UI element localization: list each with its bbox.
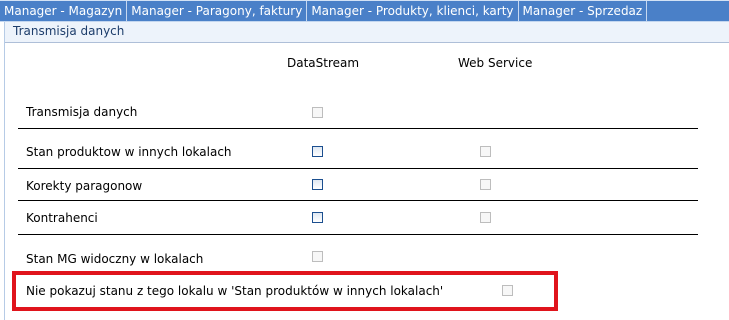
tab-manager-sprzedaz[interactable]: Manager - Sprzedaz <box>519 1 648 21</box>
checkbox-transmisja-danych-datastream[interactable] <box>312 107 323 118</box>
tab-manager-magazyn[interactable]: Manager - Magazyn <box>0 1 128 21</box>
row-label-kontrahenci: Kontrahenci <box>26 211 98 225</box>
tab-manager-paragony-faktury[interactable]: Manager - Paragony, faktury <box>127 1 308 21</box>
column-header-webservice: Web Service <box>458 56 533 70</box>
checkbox-korekty-paragonow-webservice[interactable] <box>480 179 491 190</box>
section-title: Transmisja danych <box>13 24 125 38</box>
checkbox-nie-pokazuj-stanu[interactable] <box>502 285 513 296</box>
row-label-korekty-paragonow: Korekty paragonow <box>26 179 143 193</box>
row-separator <box>18 168 698 169</box>
checkbox-kontrahenci-webservice[interactable] <box>480 212 491 223</box>
section-header: Transmisja danych <box>5 22 729 43</box>
row-separator <box>18 200 698 201</box>
option-label-nie-pokazuj-stanu: Nie pokazuj stanu z tego lokalu w 'Stan … <box>26 284 444 298</box>
checkbox-stan-produktow-datastream[interactable] <box>312 146 323 157</box>
row-separator <box>18 234 698 235</box>
checkbox-korekty-paragonow-datastream[interactable] <box>312 179 323 190</box>
row-label-transmisja-danych: Transmisja danych <box>26 105 138 119</box>
tab-manager-produkty-klienci-karty[interactable]: Manager - Produkty, klienci, karty <box>307 1 519 21</box>
checkbox-stan-produktow-webservice[interactable] <box>480 146 491 157</box>
module-tab-bar: Manager - Magazyn Manager - Paragony, fak… <box>0 0 729 22</box>
row-label-stan-mg-widoczny: Stan MG widoczny w lokalach <box>26 252 204 266</box>
column-header-datastream: DataStream <box>287 56 360 70</box>
row-label-stan-produktow: Stan produktow w innych lokalach <box>26 145 232 159</box>
checkbox-kontrahenci-datastream[interactable] <box>312 212 323 223</box>
checkbox-stan-mg-widoczny-datastream[interactable] <box>312 251 323 262</box>
row-separator <box>18 128 698 129</box>
